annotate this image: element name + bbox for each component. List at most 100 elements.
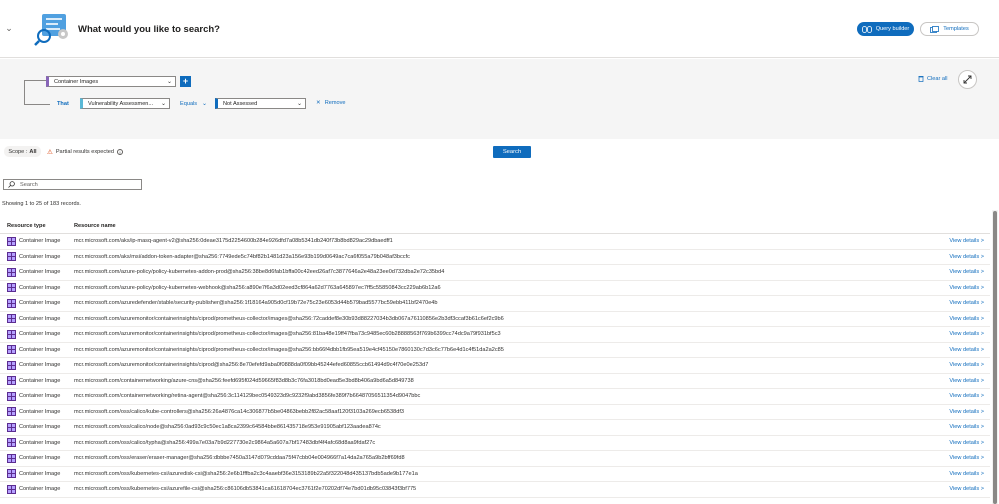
operator-dropdown[interactable]: Equals ⌄ bbox=[180, 98, 210, 109]
view-details-link[interactable]: View details > bbox=[934, 316, 984, 322]
templates-button[interactable]: Templates bbox=[920, 22, 979, 36]
clear-all-button[interactable]: Clear all bbox=[918, 75, 948, 82]
view-details-link[interactable]: View details > bbox=[934, 285, 984, 291]
container-image-icon bbox=[7, 283, 16, 293]
table-row[interactable]: Container Image mcr.microsoft.com/oss/kub… bbox=[0, 467, 990, 482]
resource-type-cell: Container Image bbox=[0, 391, 74, 401]
view-details-link[interactable]: View details > bbox=[934, 409, 984, 415]
view-details-link[interactable]: View details > bbox=[934, 254, 984, 260]
container-image-icon bbox=[7, 469, 16, 479]
table-row[interactable]: Container Image mcr.microsoft.com/contain… bbox=[0, 389, 990, 405]
resource-type-text: Container Image bbox=[19, 253, 61, 260]
expand-button[interactable] bbox=[958, 70, 977, 89]
entity-dropdown[interactable]: Container Images ⌄ bbox=[46, 76, 176, 87]
resource-type-text: Container Image bbox=[19, 377, 61, 384]
container-image-icon bbox=[7, 391, 16, 401]
resource-type-cell: Container Image bbox=[0, 438, 74, 448]
property-dropdown-value: Vulnerability Assessmen... bbox=[88, 100, 154, 107]
table-row[interactable]: Container Image mcr.microsoft.com/oss/cal… bbox=[0, 436, 990, 451]
table-row[interactable]: Container Image mcr.microsoft.com/aks/msi… bbox=[0, 250, 990, 265]
view-details-link[interactable]: View details > bbox=[934, 347, 984, 353]
container-image-icon bbox=[7, 314, 16, 324]
view-details-link[interactable]: View details > bbox=[934, 269, 984, 275]
view-details-link[interactable]: View details > bbox=[934, 300, 984, 306]
view-details-link[interactable]: View details > bbox=[934, 393, 984, 399]
info-icon[interactable]: i bbox=[116, 149, 123, 155]
resource-name-cell: mcr.microsoft.com/azuremonitor/container… bbox=[74, 315, 504, 322]
container-image-icon bbox=[7, 267, 16, 277]
table-row[interactable]: Container Image mcr.microsoft.com/oss/era… bbox=[0, 451, 990, 467]
expand-icon bbox=[963, 75, 972, 84]
results-search-box[interactable] bbox=[3, 179, 142, 190]
partial-results-label: Partial results expected bbox=[55, 149, 114, 155]
table-row[interactable]: Container Image mcr.microsoft.com/azuremo… bbox=[0, 327, 990, 343]
resource-name-cell: mcr.microsoft.com/aks/ip-masq-agent-v2@s… bbox=[74, 238, 393, 245]
resource-name-cell: mcr.microsoft.com/containernetworking/az… bbox=[74, 377, 414, 384]
view-details-link[interactable]: View details > bbox=[934, 378, 984, 384]
table-row[interactable]: Container Image mcr.microsoft.com/oss/cal… bbox=[0, 420, 990, 436]
table-row[interactable]: Container Image mcr.microsoft.com/azure-p… bbox=[0, 281, 990, 296]
query-builder-label: Query builder bbox=[875, 26, 910, 32]
collapse-chevron-icon[interactable]: ⌄ bbox=[4, 22, 14, 34]
resource-type-text: Container Image bbox=[19, 470, 61, 477]
add-condition-button[interactable]: + bbox=[180, 76, 191, 87]
search-illustration-icon bbox=[34, 14, 68, 46]
resource-name-cell: mcr.microsoft.com/containernetworking/re… bbox=[74, 393, 421, 400]
scrollbar-thumb[interactable] bbox=[993, 211, 997, 504]
table-row[interactable]: Container Image mcr.microsoft.com/contain… bbox=[0, 374, 990, 389]
scope-value: All bbox=[29, 148, 37, 155]
container-image-icon bbox=[7, 422, 16, 432]
resource-name-cell: mcr.microsoft.com/oss/calico/kube-contro… bbox=[74, 408, 405, 415]
view-details-link[interactable]: View details > bbox=[934, 486, 984, 492]
container-image-icon bbox=[7, 345, 16, 355]
column-header-type[interactable]: Resource type bbox=[0, 223, 74, 229]
table-row[interactable]: Container Image mcr.microsoft.com/azurede… bbox=[0, 296, 990, 312]
container-image-icon bbox=[7, 484, 16, 494]
query-builder-button[interactable]: Query builder bbox=[857, 22, 914, 36]
scope-pill[interactable]: Scope : All bbox=[4, 146, 41, 157]
column-header-name[interactable]: Resource name bbox=[74, 223, 934, 229]
table-row[interactable]: Container Image mcr.microsoft.com/azuremo… bbox=[0, 312, 990, 327]
table-row[interactable]: Container Image mcr.microsoft.com/aks/ip-… bbox=[0, 234, 990, 250]
resource-type-text: Container Image bbox=[19, 408, 61, 415]
property-dropdown[interactable]: Vulnerability Assessmen... ⌄ bbox=[80, 98, 170, 109]
view-details-link[interactable]: View details > bbox=[934, 238, 984, 244]
resource-type-cell: Container Image bbox=[0, 422, 74, 432]
container-image-icon bbox=[7, 376, 16, 386]
resource-type-text: Container Image bbox=[19, 362, 61, 369]
resource-type-cell: Container Image bbox=[0, 267, 74, 277]
chevron-down-icon: ⌄ bbox=[201, 101, 207, 107]
resource-name-cell: mcr.microsoft.com/oss/calico/node@sha256… bbox=[74, 424, 381, 431]
resource-type-cell: Container Image bbox=[0, 469, 74, 479]
view-details-link[interactable]: View details > bbox=[934, 331, 984, 337]
table-row[interactable]: Container Image mcr.microsoft.com/oss/cal… bbox=[0, 405, 990, 420]
close-icon: ✕ bbox=[316, 100, 321, 106]
search-button[interactable]: Search bbox=[493, 146, 531, 158]
view-details-link[interactable]: View details > bbox=[934, 455, 984, 461]
container-image-icon bbox=[7, 236, 16, 246]
resource-type-cell: Container Image bbox=[0, 329, 74, 339]
resource-type-cell: Container Image bbox=[0, 298, 74, 308]
table-row[interactable]: Container Image mcr.microsoft.com/azuremo… bbox=[0, 358, 990, 374]
results-search-input[interactable] bbox=[20, 181, 130, 188]
resource-type-text: Container Image bbox=[19, 300, 61, 307]
view-details-link[interactable]: View details > bbox=[934, 424, 984, 430]
resource-type-text: Container Image bbox=[19, 315, 61, 322]
view-details-link[interactable]: View details > bbox=[934, 471, 984, 477]
query-builder-icon bbox=[861, 25, 872, 33]
templates-icon bbox=[930, 25, 940, 33]
view-details-link[interactable]: View details > bbox=[934, 440, 984, 446]
resource-name-cell: mcr.microsoft.com/azuremonitor/container… bbox=[74, 331, 501, 338]
table-row[interactable]: Container Image mcr.microsoft.com/oss/kub… bbox=[0, 482, 990, 498]
resource-type-cell: Container Image bbox=[0, 484, 74, 494]
remove-condition-button[interactable]: ✕ Remove bbox=[316, 100, 346, 106]
table-row[interactable]: Container Image mcr.microsoft.com/azuremo… bbox=[0, 343, 990, 358]
condition-value-text: Not Assessed bbox=[223, 100, 258, 107]
resource-name-cell: mcr.microsoft.com/oss/kubernetes-csi/azu… bbox=[74, 470, 418, 477]
resource-name-cell: mcr.microsoft.com/oss/kubernetes-csi/azu… bbox=[74, 486, 417, 493]
resource-type-text: Container Image bbox=[19, 238, 61, 245]
condition-value-dropdown[interactable]: Not Assessed ⌄ bbox=[215, 98, 306, 109]
view-details-link[interactable]: View details > bbox=[934, 362, 984, 368]
resource-name-cell: mcr.microsoft.com/aks/msi/addon-token-ad… bbox=[74, 253, 410, 260]
table-row[interactable]: Container Image mcr.microsoft.com/azure-p… bbox=[0, 265, 990, 281]
